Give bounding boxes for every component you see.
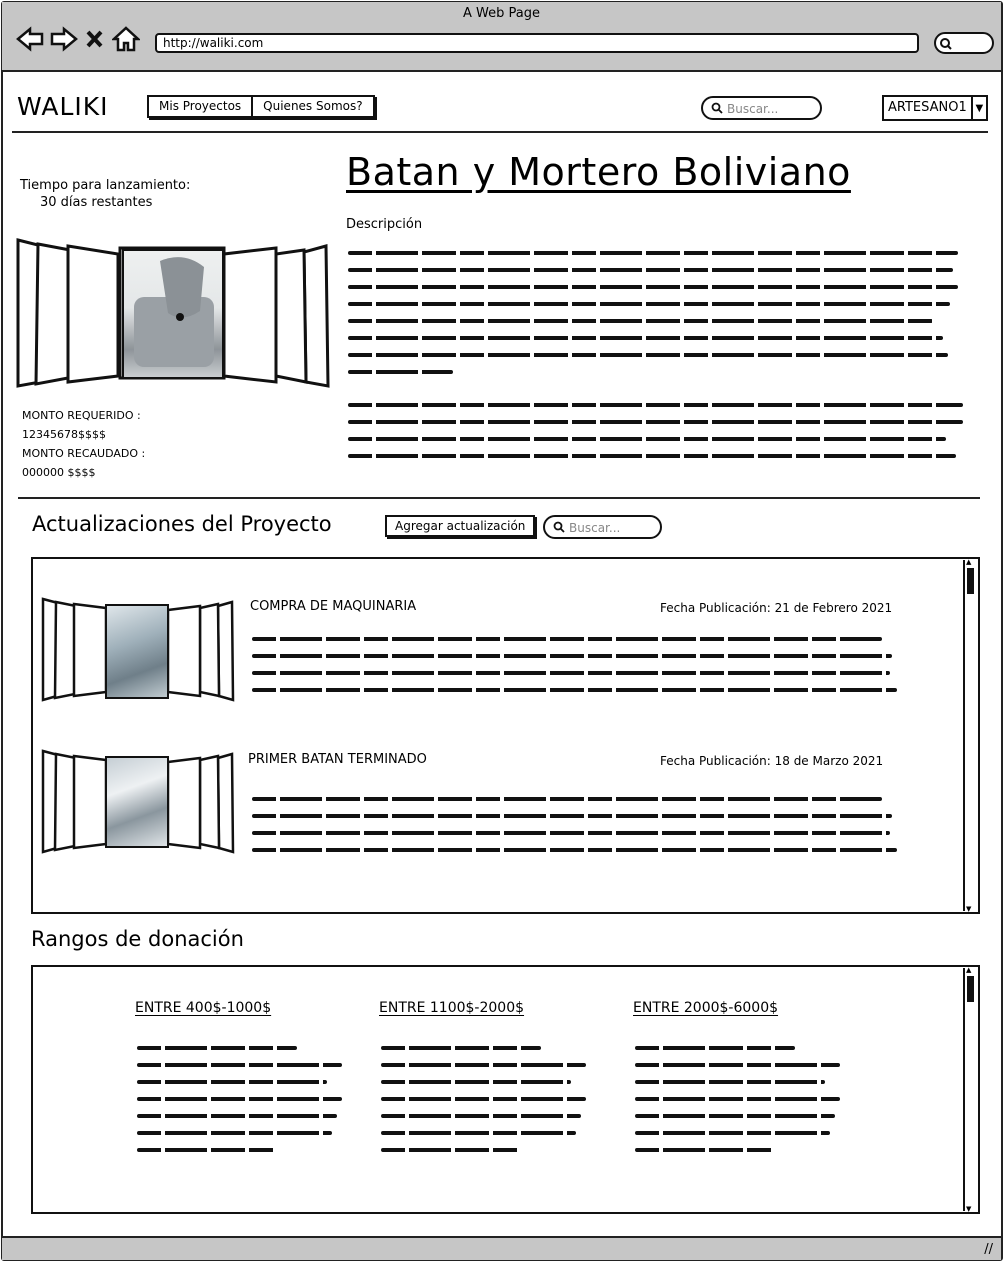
window-title: A Web Page <box>463 6 540 21</box>
tier-3-title[interactable]: ENTRE 2000$-6000$ <box>633 1000 778 1016</box>
project-photo <box>122 249 224 379</box>
close-icon[interactable] <box>84 26 106 52</box>
scroll-down-icon[interactable]: ▼ <box>966 905 971 913</box>
update-1-date: Fecha Publicación: 21 de Febrero 2021 <box>660 601 893 615</box>
tab-quienes-somos[interactable]: Quienes Somos? <box>253 97 372 116</box>
resize-icon[interactable]: // <box>984 1242 993 1257</box>
tab-mis-proyectos[interactable]: Mis Proyectos <box>149 97 254 116</box>
project-title: Batan y Mortero Boliviano <box>346 150 851 194</box>
monto-requerido-label: MONTO REQUERIDO : <box>22 409 141 422</box>
forward-icon[interactable] <box>50 26 78 52</box>
search-icon <box>939 36 953 55</box>
search-icon <box>711 102 723 117</box>
description-label: Descripción <box>346 217 423 232</box>
monto-recaudado-label: MONTO RECAUDADO : <box>22 447 146 460</box>
update-2-date: Fecha Publicación: 18 de Marzo 2021 <box>660 754 884 768</box>
description-text-1 <box>348 251 963 387</box>
chevron-down-icon: ▼ <box>970 97 986 119</box>
tier-3-text <box>635 1046 845 1165</box>
home-icon[interactable] <box>110 26 142 52</box>
monto-requerido-value: 12345678$$$$ <box>22 428 106 441</box>
back-icon[interactable] <box>16 26 44 52</box>
tier-2-text <box>381 1046 591 1165</box>
tier-1-title[interactable]: ENTRE 400$-1000$ <box>135 1000 271 1016</box>
url-bar[interactable]: http://waliki.com <box>155 33 919 53</box>
status-bar: // <box>2 1236 1001 1260</box>
search-placeholder: Buscar... <box>569 521 621 535</box>
update-2-text <box>252 797 902 865</box>
add-update-button[interactable]: Agregar actualización <box>385 515 536 537</box>
updates-title: Actualizaciones del Proyecto <box>32 512 332 536</box>
update-1-text <box>252 637 902 705</box>
header-search-input[interactable]: Buscar... <box>701 96 822 120</box>
updates-scrollbar[interactable]: ▲ ▼ <box>963 558 977 913</box>
scroll-down-icon[interactable]: ▼ <box>966 1205 971 1213</box>
logo[interactable]: WALIKI <box>17 92 109 121</box>
user-name: ARTESANO1 <box>888 100 967 115</box>
tier-2-title[interactable]: ENTRE 1100$-2000$ <box>379 1000 524 1016</box>
donations-title: Rangos de donación <box>31 927 244 951</box>
update-2-title[interactable]: PRIMER BATAN TERMINADO <box>248 752 427 767</box>
update-2-photo <box>105 756 169 848</box>
browser-search[interactable] <box>934 32 994 54</box>
update-1-title[interactable]: COMPRA DE MAQUINARIA <box>250 599 416 614</box>
section-divider <box>18 497 980 499</box>
header-divider <box>12 131 988 133</box>
scroll-thumb[interactable] <box>967 568 974 594</box>
user-select[interactable]: ARTESANO1 ▼ <box>882 95 988 121</box>
tier-1-text <box>137 1046 347 1165</box>
main-nav: Mis Proyectos Quienes Somos? <box>147 95 375 118</box>
browser-chrome: A Web Page http://waliki.com <box>2 2 1001 72</box>
countdown-value: 30 días restantes <box>40 195 153 210</box>
search-icon <box>553 521 565 536</box>
scroll-up-icon[interactable]: ▲ <box>966 966 971 974</box>
description-text-2 <box>348 403 963 471</box>
scroll-up-icon[interactable]: ▲ <box>966 558 971 566</box>
donations-scrollbar[interactable]: ▲ ▼ <box>963 966 977 1213</box>
countdown-label: Tiempo para lanzamiento: <box>20 178 191 193</box>
search-placeholder: Buscar... <box>727 102 779 116</box>
update-1-photo <box>105 604 169 699</box>
monto-recaudado-value: 000000 $$$$ <box>22 466 96 479</box>
updates-search-input[interactable]: Buscar... <box>543 515 662 539</box>
scroll-thumb[interactable] <box>967 976 974 1002</box>
